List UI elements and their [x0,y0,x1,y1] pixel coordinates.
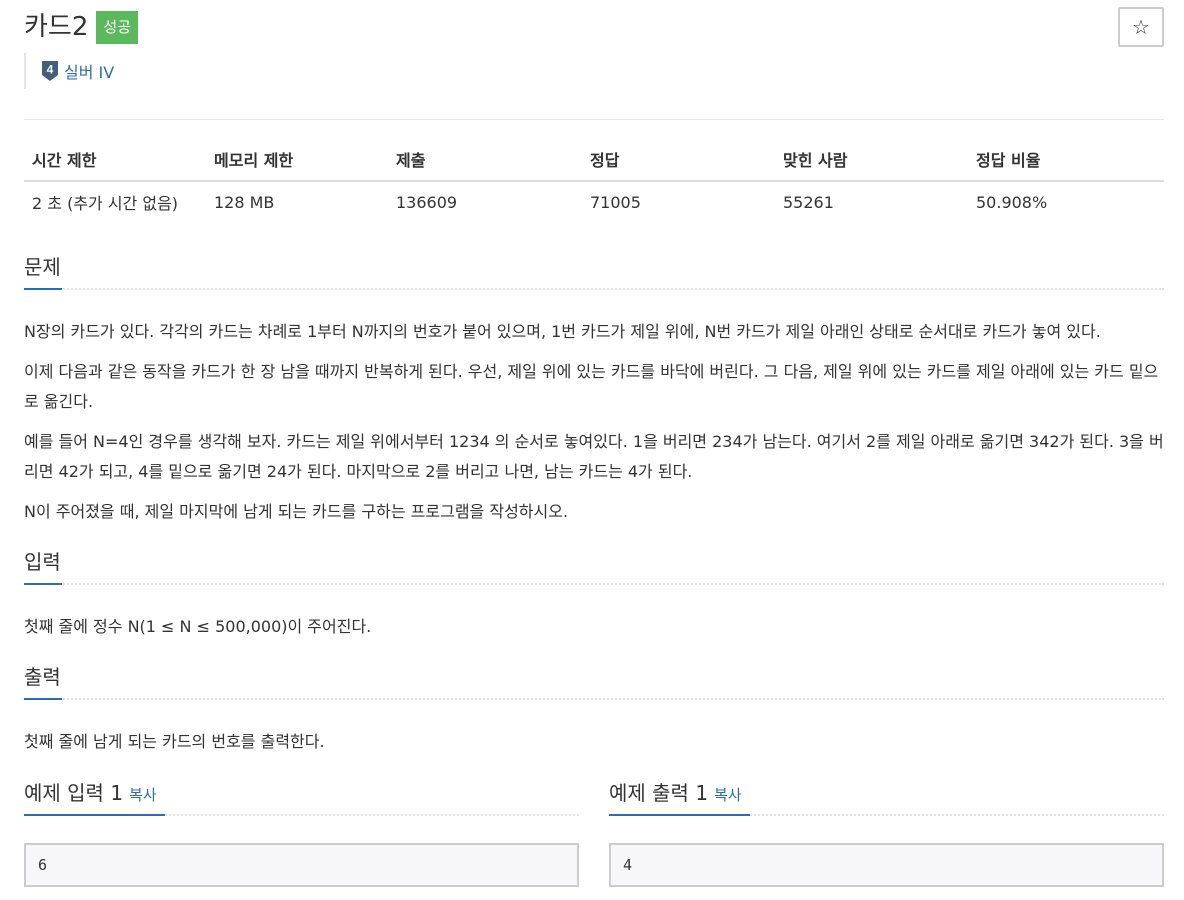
description-section: 문제 [24,252,1164,290]
sample-input-title: 예제 입력 1 [24,781,124,805]
description-title: 문제 [24,255,61,279]
memory-limit-value: 128 MB [214,192,275,212]
info-value-row: 2 초 (추가 시간 없음) 128 MB 136609 71005 55261… [24,181,1164,222]
sample-output-box[interactable]: 4 [609,843,1164,887]
output-body: 첫째 줄에 남게 되는 카드의 번호를 출력한다. [24,727,1164,757]
header-accept-ratio: 정답 비율 [968,137,1164,182]
solvers-value: 55261 [783,192,834,212]
info-header-row: 시간 제한 메모리 제한 제출 정답 맞힌 사람 정답 비율 [24,137,1164,182]
tier-info[interactable]: 4 실버 IV [24,53,114,89]
input-title: 입력 [24,550,61,574]
copy-output-link[interactable]: 복사 [714,786,742,804]
submissions-value: 136609 [396,192,458,212]
input-section: 입력 [24,547,1164,585]
header-accepted: 정답 [582,137,775,182]
header-memory-limit: 메모리 제한 [206,137,388,182]
time-limit-value: 2 초 (추가 시간 없음) [32,194,179,213]
input-header: 입력 [24,547,1164,585]
description-paragraph: 예를 들어 N=4인 경우를 생각해 보자. 카드는 제일 위에서부터 1234… [24,432,1164,481]
accepted-value: 71005 [590,192,641,212]
description-paragraph: 이제 다음과 같은 동작을 카드가 한 장 남을 때까지 반복하게 된다. 우선… [24,362,1159,411]
description-header: 문제 [24,252,1164,290]
header-solvers: 맞힌 사람 [775,137,968,182]
input-description: 첫째 줄에 정수 N(1 ≤ N ≤ 500,000)이 주어진다. [24,617,372,636]
sample-output-title: 예제 출력 1 [609,781,709,805]
problem-title: 카드2 [24,12,89,42]
result-badge: 성공 [96,10,138,44]
input-body: 첫째 줄에 정수 N(1 ≤ N ≤ 500,000)이 주어진다. [24,612,1164,642]
problem-header: 카드2 성공 [24,8,138,46]
sample-input-section: 예제 입력 1 복사 [24,778,579,816]
star-icon: ☆ [1132,15,1150,39]
header-submissions: 제출 [388,137,582,182]
sample-output-header: 예제 출력 1 복사 [609,778,1164,816]
accept-ratio-value: 50.908% [976,192,1048,212]
sample-output-section: 예제 출력 1 복사 [609,778,1164,816]
problem-info-table: 시간 제한 메모리 제한 제출 정답 맞힌 사람 정답 비율 2 초 (추가 시… [24,137,1164,222]
section-underline [24,288,62,290]
section-underline [24,814,165,816]
description-paragraph: N이 주어졌을 때, 제일 마지막에 남게 되는 카드를 구하는 프로그램을 작… [24,502,569,521]
description-body: N장의 카드가 있다. 각각의 카드는 차례로 1부터 N까지의 번호가 붙어 … [24,317,1164,527]
description-paragraph: N장의 카드가 있다. 각각의 카드는 차례로 1부터 N까지의 번호가 붙어 … [24,322,1101,341]
favorite-star-button[interactable]: ☆ [1118,7,1164,47]
section-underline [24,583,62,585]
output-section: 출력 [24,662,1164,700]
output-description: 첫째 줄에 남게 되는 카드의 번호를 출력한다. [24,732,325,751]
section-underline [24,698,62,700]
tier-number: 4 [47,63,54,77]
output-header: 출력 [24,662,1164,700]
output-title: 출력 [24,665,61,689]
sample-input-box[interactable]: 6 [24,843,579,887]
copy-input-link[interactable]: 복사 [129,786,157,804]
sample-input-header: 예제 입력 1 복사 [24,778,579,816]
problem-page: 카드2 성공 ☆ 4 실버 IV 시간 제한 메모리 제한 제출 정답 맞힌 사… [0,0,1184,900]
divider [24,119,1164,120]
tier-label[interactable]: 실버 IV [64,59,114,83]
section-underline [609,814,750,816]
silver-tier-icon: 4 [42,61,58,81]
header-time-limit: 시간 제한 [24,137,206,182]
